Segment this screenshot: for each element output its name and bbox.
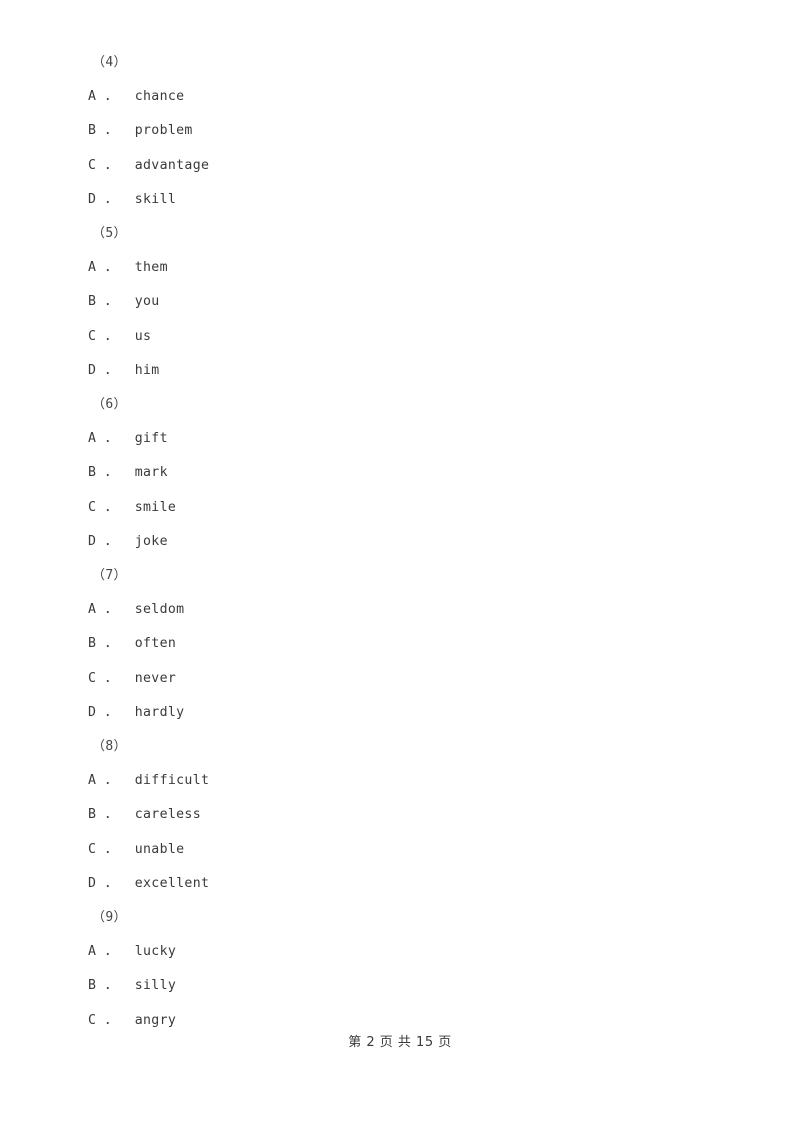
option-a[interactable]: A ． them [0,251,800,285]
question-number: （4） [92,55,127,70]
option-c[interactable]: C ． us [0,320,800,354]
question-number: （5） [92,226,127,241]
question-number: （8） [92,739,127,754]
option-d[interactable]: D ． him [0,354,800,388]
question-number: （7） [92,568,127,583]
option-b[interactable]: B ． you [0,285,800,319]
option-b[interactable]: B ． careless [0,798,800,832]
option-c[interactable]: C ． unable [0,833,800,867]
option-d[interactable]: D ． excellent [0,867,800,901]
option-a[interactable]: A ． seldom [0,593,800,627]
page-footer: 第 2 页 共 15 页 [348,1035,452,1050]
option-a[interactable]: A ． lucky [0,935,800,969]
option-b[interactable]: B ． often [0,627,800,661]
option-b[interactable]: B ． mark [0,456,800,490]
option-c[interactable]: C ． advantage [0,149,800,183]
option-d[interactable]: D ． hardly [0,696,800,730]
option-c[interactable]: C ． smile [0,491,800,525]
option-b[interactable]: B ． silly [0,969,800,1003]
option-a[interactable]: A ． chance [0,80,800,114]
option-a[interactable]: A ． difficult [0,764,800,798]
option-b[interactable]: B ． problem [0,114,800,148]
option-a[interactable]: A ． gift [0,422,800,456]
option-c[interactable]: C ． never [0,662,800,696]
option-d[interactable]: D ． skill [0,183,800,217]
question-number: （6） [92,397,127,412]
question-number: （9） [92,910,127,925]
document-page: （4） A ． chance B ． problem C ． advantage D ．… [0,0,800,1132]
option-d[interactable]: D ． joke [0,525,800,559]
